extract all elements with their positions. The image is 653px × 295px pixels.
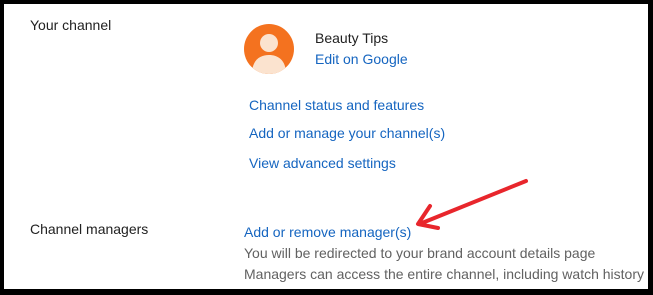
your-channel-label: Your channel (30, 17, 112, 33)
channel-name: Beauty Tips (315, 30, 389, 46)
red-arrow-icon (416, 179, 528, 230)
channel-status-features-link[interactable]: Channel status and features (249, 97, 424, 113)
channel-managers-label: Channel managers (30, 221, 149, 237)
managers-access-note: Managers can access the entire channel, … (244, 266, 644, 282)
view-advanced-settings-link[interactable]: View advanced settings (249, 155, 396, 171)
redirect-note: You will be redirected to your brand acc… (244, 245, 596, 261)
add-manage-channels-link[interactable]: Add or manage your channel(s) (249, 125, 445, 141)
edit-on-google-link[interactable]: Edit on Google (315, 51, 408, 67)
add-remove-managers-link[interactable]: Add or remove manager(s) (244, 224, 411, 240)
person-avatar-icon (244, 24, 294, 74)
